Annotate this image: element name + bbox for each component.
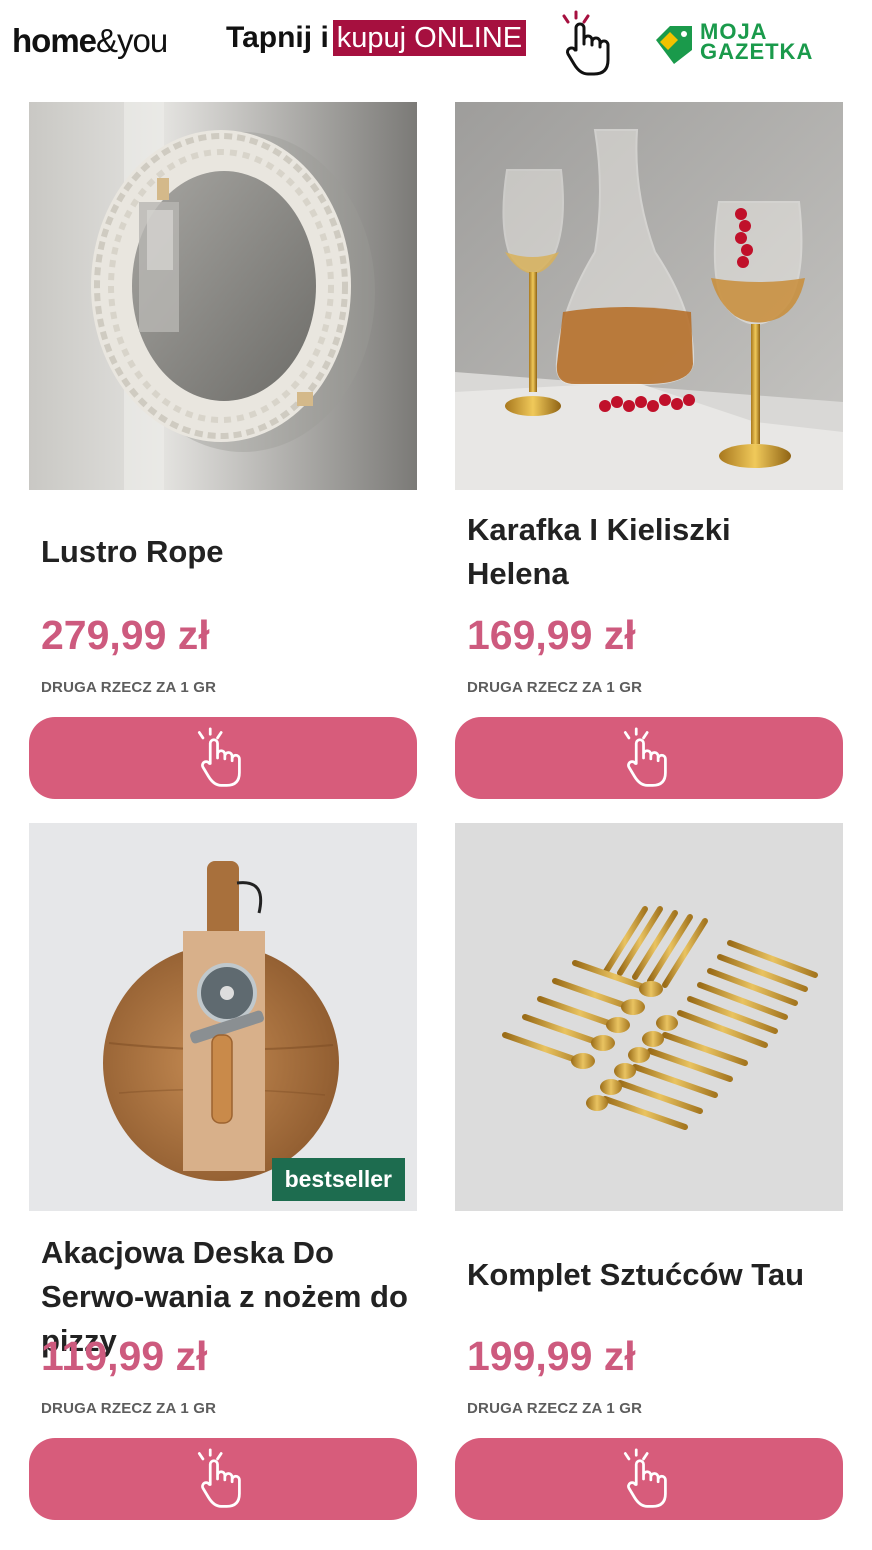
- gazetka-line-2: GAZETKA: [700, 39, 814, 64]
- buy-button[interactable]: [455, 717, 843, 799]
- product-name[interactable]: Lustro Rope: [41, 530, 411, 574]
- tap-to-buy-banner[interactable]: Tapnij i kupuj ONLINE: [226, 19, 527, 57]
- buy-button[interactable]: [29, 717, 417, 799]
- tap-hand-icon: [197, 727, 241, 787]
- buy-online-highlight: kupuj ONLINE: [332, 20, 527, 56]
- bestseller-badge: bestseller: [271, 1158, 405, 1201]
- product-card: Lustro Rope 279,99 zł DRUGA RZECZ ZA 1 G…: [29, 102, 417, 800]
- round-rope-mirror: [29, 102, 417, 490]
- home-and-you-logo[interactable]: home&you: [12, 22, 168, 60]
- tap-text: Tapnij i: [226, 21, 329, 54]
- tap-hand-icon: [623, 1448, 667, 1508]
- product-card: Karafka I Kieliszki Helena 169,99 zł DRU…: [455, 102, 843, 800]
- price-tag-icon: [656, 26, 692, 64]
- logo-home-text: home: [12, 22, 97, 59]
- product-image[interactable]: bestseller: [29, 823, 417, 1211]
- product-promo: DRUGA RZECZ ZA 1 GR: [467, 1400, 643, 1417]
- product-image[interactable]: [455, 102, 843, 490]
- product-price: 199,99 zł: [467, 1333, 636, 1379]
- product-image[interactable]: [29, 102, 417, 490]
- product-promo: DRUGA RZECZ ZA 1 GR: [41, 679, 217, 696]
- product-promo: DRUGA RZECZ ZA 1 GR: [467, 679, 643, 696]
- product-card: Komplet Sztućców Tau 199,99 zł DRUGA RZE…: [455, 823, 843, 1523]
- product-price: 169,99 zł: [467, 612, 636, 658]
- tap-hand-icon: [197, 1448, 241, 1508]
- product-price: 279,99 zł: [41, 612, 210, 658]
- acacia-board-with-pizza-cutter: [29, 823, 417, 1211]
- moja-gazetka-logo[interactable]: MOJA GAZETKA: [656, 21, 836, 68]
- product-image[interactable]: [455, 823, 843, 1211]
- buy-button[interactable]: [455, 1438, 843, 1520]
- moja-gazetka-text: MOJA GAZETKA: [700, 21, 814, 64]
- header: home&you Tapnij i kupuj ONLINE MOJA GAZE…: [0, 0, 872, 90]
- carafe-and-gold-glasses: [455, 102, 843, 490]
- product-name[interactable]: Komplet Sztućców Tau: [467, 1253, 837, 1297]
- product-card: bestseller Akacjowa Deska Do Serwo-wania…: [29, 823, 417, 1523]
- product-name[interactable]: Karafka I Kieliszki Helena: [467, 508, 837, 596]
- buy-button[interactable]: [29, 1438, 417, 1520]
- logo-you-text: &you: [96, 22, 168, 59]
- product-price: 119,99 zł: [41, 1333, 208, 1379]
- gold-cutlery-set: [455, 823, 843, 1211]
- tap-hand-icon: [623, 727, 667, 787]
- product-promo: DRUGA RZECZ ZA 1 GR: [41, 1400, 217, 1417]
- tap-hand-icon: [562, 10, 610, 76]
